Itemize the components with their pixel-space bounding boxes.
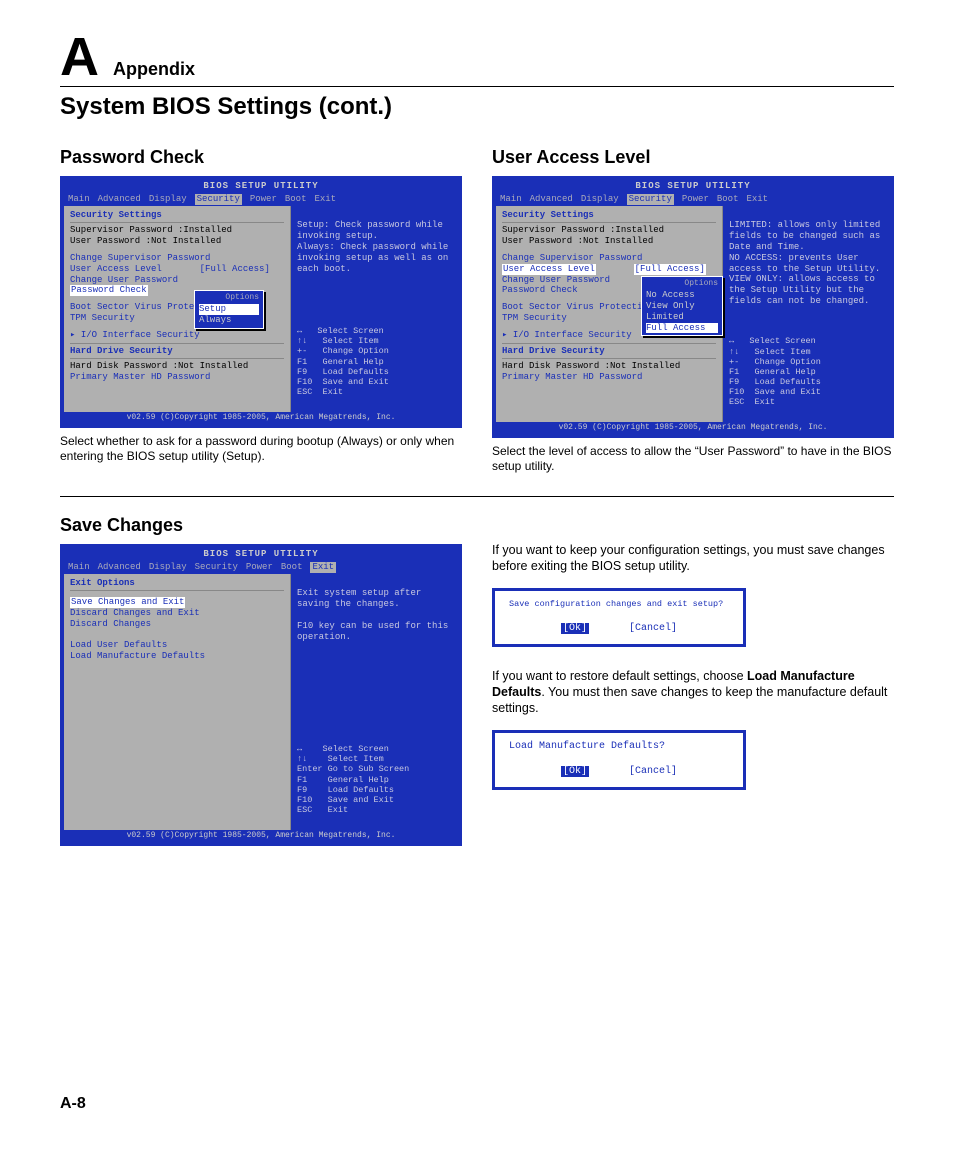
discard-changes[interactable]: Discard Changes (70, 619, 284, 630)
user-access-heading: User Access Level (492, 147, 894, 168)
discard-changes-and-exit[interactable]: Discard Changes and Exit (70, 608, 284, 619)
tab-display[interactable]: Display (149, 562, 187, 573)
password-check-options-popup: Options Setup Always (194, 290, 264, 329)
primary-master-hd-password[interactable]: Primary Master HD Password (70, 372, 284, 383)
save-changes-para1: If you want to keep your configuration s… (492, 543, 894, 574)
cancel-button[interactable]: [Cancel] (629, 623, 677, 634)
option-full-access[interactable]: Full Access (646, 323, 718, 334)
tab-power[interactable]: Power (682, 194, 709, 205)
option-setup[interactable]: Setup (199, 304, 259, 315)
tab-main[interactable]: Main (68, 194, 90, 205)
divider (60, 496, 894, 497)
load-manufacture-defaults[interactable]: Load Manufacture Defaults (70, 651, 284, 662)
user-access-caption: Select the level of access to allow the … (492, 444, 894, 474)
user-access-level-line: User Access Level [Full Access] (70, 264, 284, 275)
bios-screenshot-user-access: BIOS SETUP UTILITY Main Advanced Display… (492, 176, 894, 438)
tab-power[interactable]: Power (246, 562, 273, 573)
tab-boot[interactable]: Boot (717, 194, 739, 205)
save-changes-para2: If you want to restore default settings,… (492, 669, 894, 716)
password-check-heading: Password Check (60, 147, 462, 168)
tab-boot[interactable]: Boot (281, 562, 303, 573)
tab-boot[interactable]: Boot (285, 194, 307, 205)
tab-main[interactable]: Main (500, 194, 522, 205)
user-password: User Password :Not Installed (70, 236, 284, 247)
load-user-defaults[interactable]: Load User Defaults (70, 640, 284, 651)
save-changes-and-exit[interactable]: Save Changes and Exit (70, 597, 185, 608)
option-no-access[interactable]: No Access (646, 290, 695, 300)
change-user-password[interactable]: Change User Password (70, 275, 284, 286)
exit-options-head: Exit Options (70, 578, 284, 589)
help-text: Exit system setup after saving the chang… (297, 588, 452, 642)
hard-disk-password: Hard Disk Password :Not Installed (70, 361, 284, 372)
cancel-button[interactable]: [Cancel] (629, 766, 677, 777)
bios-left-pane: Security Settings Supervisor Password :I… (64, 206, 291, 412)
save-changes-heading: Save Changes (60, 515, 462, 536)
dialog-question: Load Manufacture Defaults? (509, 741, 729, 752)
page-title: System BIOS Settings (cont.) (60, 93, 894, 121)
dialog-question: Save configuration changes and exit setu… (509, 599, 729, 609)
password-check-caption: Select whether to ask for a password dur… (60, 434, 462, 464)
tab-advanced[interactable]: Advanced (98, 194, 141, 205)
bios-help-pane: Setup: Check password while invoking set… (291, 206, 458, 412)
tab-power[interactable]: Power (250, 194, 277, 205)
password-check-item[interactable]: Password Check (70, 285, 148, 296)
supervisor-password: Supervisor Password :Installed (70, 225, 284, 236)
tab-advanced[interactable]: Advanced (98, 562, 141, 573)
change-supervisor-password[interactable]: Change Supervisor Password (70, 253, 284, 264)
save-confirm-dialog: Save configuration changes and exit setu… (492, 588, 746, 647)
tab-main[interactable]: Main (68, 562, 90, 573)
help-text: Setup: Check password while invoking set… (297, 220, 452, 274)
option-limited[interactable]: Limited (646, 312, 684, 322)
tab-exit[interactable]: Exit (746, 194, 768, 205)
tab-display[interactable]: Display (581, 194, 619, 205)
appendix-letter: A (60, 30, 99, 84)
bios-title: BIOS SETUP UTILITY (64, 180, 458, 193)
security-settings-head: Security Settings (70, 210, 284, 221)
page-number: A-8 (60, 1095, 86, 1113)
bios-screenshot-password-check: BIOS SETUP UTILITY Main Advanced Display… (60, 176, 462, 428)
tab-display[interactable]: Display (149, 194, 187, 205)
ok-button[interactable]: [Ok] (561, 766, 589, 777)
bios-screenshot-save-changes: BIOS SETUP UTILITY Main Advanced Display… (60, 544, 462, 846)
appendix-label: Appendix (113, 59, 195, 80)
user-access-level-item[interactable]: User Access Level [Full Access] (502, 264, 716, 275)
bios-menubar: Main Advanced Display Security Power Boo… (64, 193, 458, 206)
help-text: LIMITED: allows only limited fields to b… (729, 220, 884, 306)
bios-footer: v02.59 (C)Copyright 1985-2005, American … (64, 412, 458, 424)
appendix-header: A Appendix (60, 30, 894, 87)
tab-exit[interactable]: Exit (310, 562, 336, 573)
option-view-only[interactable]: View Only (646, 301, 695, 311)
ok-button[interactable]: [Ok] (561, 623, 589, 634)
user-access-options-popup: Options No Access View Only Limited Full… (641, 276, 723, 337)
tab-advanced[interactable]: Advanced (530, 194, 573, 205)
option-always[interactable]: Always (199, 315, 231, 325)
hard-drive-security-head: Hard Drive Security (70, 346, 284, 357)
load-defaults-dialog: Load Manufacture Defaults? [Ok] [Cancel] (492, 730, 746, 790)
nav-hints: ↔ Select Screen ↑↓ Select Item +- Change… (297, 326, 452, 397)
tab-security[interactable]: Security (195, 562, 238, 573)
io-interface-security[interactable]: ▸ I/O Interface Security (70, 330, 284, 341)
tab-security[interactable]: Security (195, 194, 242, 205)
tab-exit[interactable]: Exit (314, 194, 336, 205)
tab-security[interactable]: Security (627, 194, 674, 205)
